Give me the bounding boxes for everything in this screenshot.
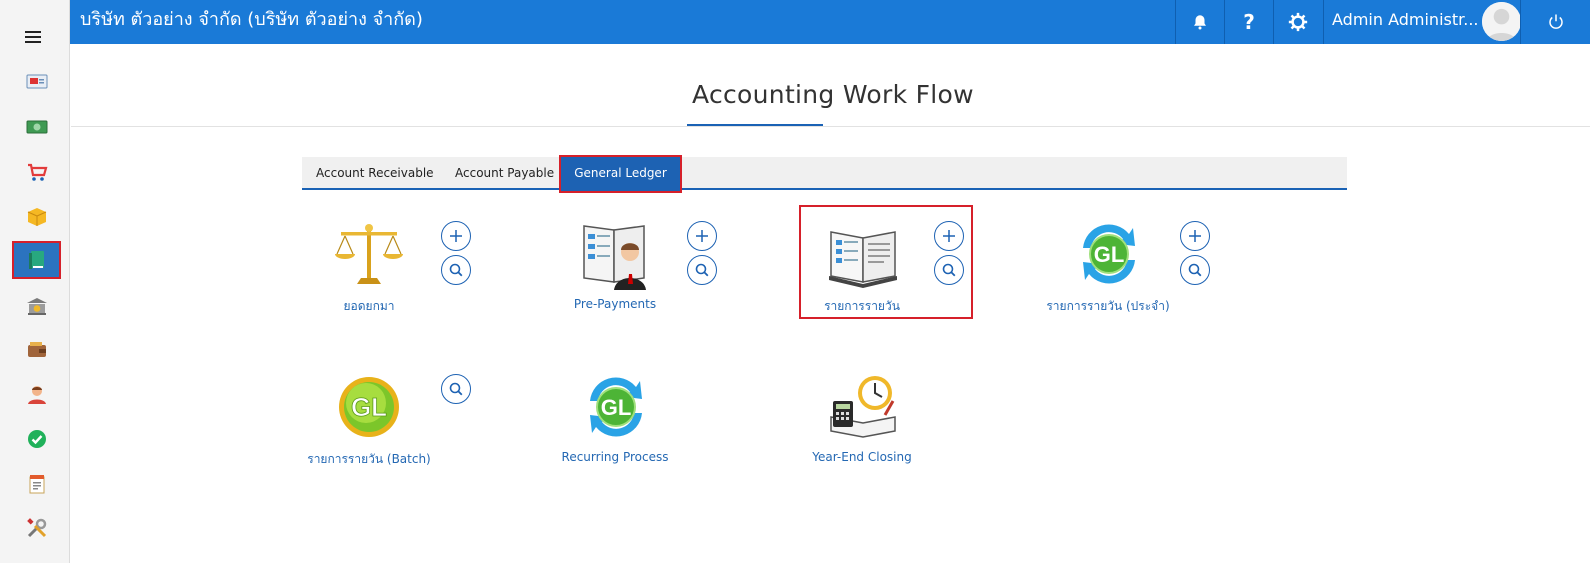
plus-icon (1189, 230, 1201, 242)
page-title: Accounting Work Flow (692, 80, 974, 109)
banknote-icon (26, 120, 47, 134)
plus-icon (696, 230, 708, 242)
avatar[interactable] (1482, 2, 1521, 41)
power-icon (1548, 14, 1563, 29)
ledger-person-icon (583, 225, 646, 290)
box-icon (27, 208, 46, 226)
settings-button[interactable] (1273, 0, 1322, 44)
year-end-closing-icon[interactable] (827, 371, 899, 443)
pre-payments-search-button[interactable] (687, 255, 717, 285)
batch-journal-icon[interactable]: GL (333, 371, 405, 443)
report-icon (29, 475, 44, 494)
year-end-closing-link[interactable]: Year-End Closing (812, 450, 911, 464)
search-icon (449, 263, 463, 277)
sidebar-item-purchase[interactable] (12, 153, 61, 191)
gl-process-icon: GL (590, 377, 642, 437)
search-icon (1188, 263, 1202, 277)
tab-bar: Account Receivable Account Payable Gener… (302, 155, 1347, 193)
search-icon (695, 263, 709, 277)
search-icon (449, 382, 463, 396)
year-end-icon (830, 376, 896, 438)
journal-add-button[interactable] (934, 221, 964, 251)
menu-icon[interactable] (25, 29, 47, 45)
journal-link[interactable]: รายการรายวัน (824, 297, 900, 316)
help-icon: ? (1243, 10, 1255, 34)
sidebar-item-accounting[interactable] (12, 241, 61, 279)
company-name: บริษัท ตัวอย่าง จำกัด (บริษัท ตัวอย่าง จ… (80, 9, 423, 30)
batch-journal-search-button[interactable] (441, 374, 471, 404)
monitor-icon (26, 74, 47, 89)
opening-balance-search-button[interactable] (441, 255, 471, 285)
gear-icon (1288, 12, 1308, 32)
opening-balance-icon[interactable] (333, 218, 405, 290)
sidebar-item-dashboard[interactable] (12, 63, 61, 101)
user-name: Admin Administr... (1332, 10, 1479, 29)
sidebar-item-bank[interactable] (12, 287, 61, 325)
sidebar-item-inventory[interactable] (12, 198, 61, 236)
pre-payments-add-button[interactable] (687, 221, 717, 251)
topbar: บริษัท ตัวอย่าง จำกัด (บริษัท ตัวอย่าง จ… (70, 0, 1590, 44)
gl-recurring-icon: GL (1083, 224, 1135, 284)
cart-icon (27, 163, 47, 181)
batch-journal-link[interactable]: รายการรายวัน (Batch) (307, 450, 431, 469)
book-icon (28, 251, 44, 269)
svg-text:GL: GL (351, 392, 387, 422)
sidebar-item-wallet[interactable] (12, 331, 61, 369)
sidebar-item-money[interactable] (12, 108, 61, 146)
recurring-process-link[interactable]: Recurring Process (562, 450, 669, 464)
sidebar-item-approve[interactable] (12, 420, 61, 458)
open-book-icon (829, 231, 897, 288)
bell-icon (1194, 15, 1206, 30)
tab-general-ledger[interactable]: General Ledger (559, 155, 682, 193)
notification-button[interactable] (1175, 0, 1224, 44)
journal-search-button[interactable] (934, 255, 964, 285)
divider (71, 126, 1590, 127)
sidebar (0, 0, 70, 563)
svg-text:GL: GL (601, 395, 632, 420)
recurring-process-icon[interactable]: GL (580, 371, 652, 443)
sidebar-item-settings[interactable] (12, 509, 61, 547)
pre-payments-link[interactable]: Pre-Payments (574, 297, 656, 311)
plus-icon (450, 230, 462, 242)
tab-account-receivable[interactable]: Account Receivable (316, 157, 434, 190)
user-silhouette-icon (1482, 2, 1521, 41)
search-icon (942, 263, 956, 277)
wallet-icon (27, 342, 46, 357)
help-button[interactable]: ? (1224, 0, 1273, 44)
recurring-journal-link[interactable]: รายการรายวัน (ประจำ) (1046, 297, 1169, 316)
plus-icon (943, 230, 955, 242)
check-circle-icon (27, 430, 46, 448)
opening-balance-add-button[interactable] (441, 221, 471, 251)
bank-icon (26, 298, 47, 315)
svg-text:GL: GL (1094, 242, 1125, 267)
recurring-journal-icon[interactable]: GL (1073, 218, 1145, 290)
scales-icon (335, 224, 403, 284)
pre-payments-icon[interactable] (580, 218, 652, 290)
tab-account-payable[interactable]: Account Payable (455, 157, 554, 190)
sidebar-item-hr[interactable] (12, 375, 61, 413)
gl-batch-icon: GL (339, 377, 399, 437)
recurring-journal-search-button[interactable] (1180, 255, 1210, 285)
opening-balance-link[interactable]: ยอดยกมา (344, 297, 395, 316)
logout-button[interactable] (1520, 0, 1590, 44)
recurring-journal-add-button[interactable] (1180, 221, 1210, 251)
tools-icon (26, 518, 46, 538)
person-icon (27, 386, 46, 404)
sidebar-item-report[interactable] (12, 465, 61, 503)
journal-icon[interactable] (827, 218, 899, 290)
user-menu[interactable]: Admin Administr... (1323, 0, 1521, 44)
